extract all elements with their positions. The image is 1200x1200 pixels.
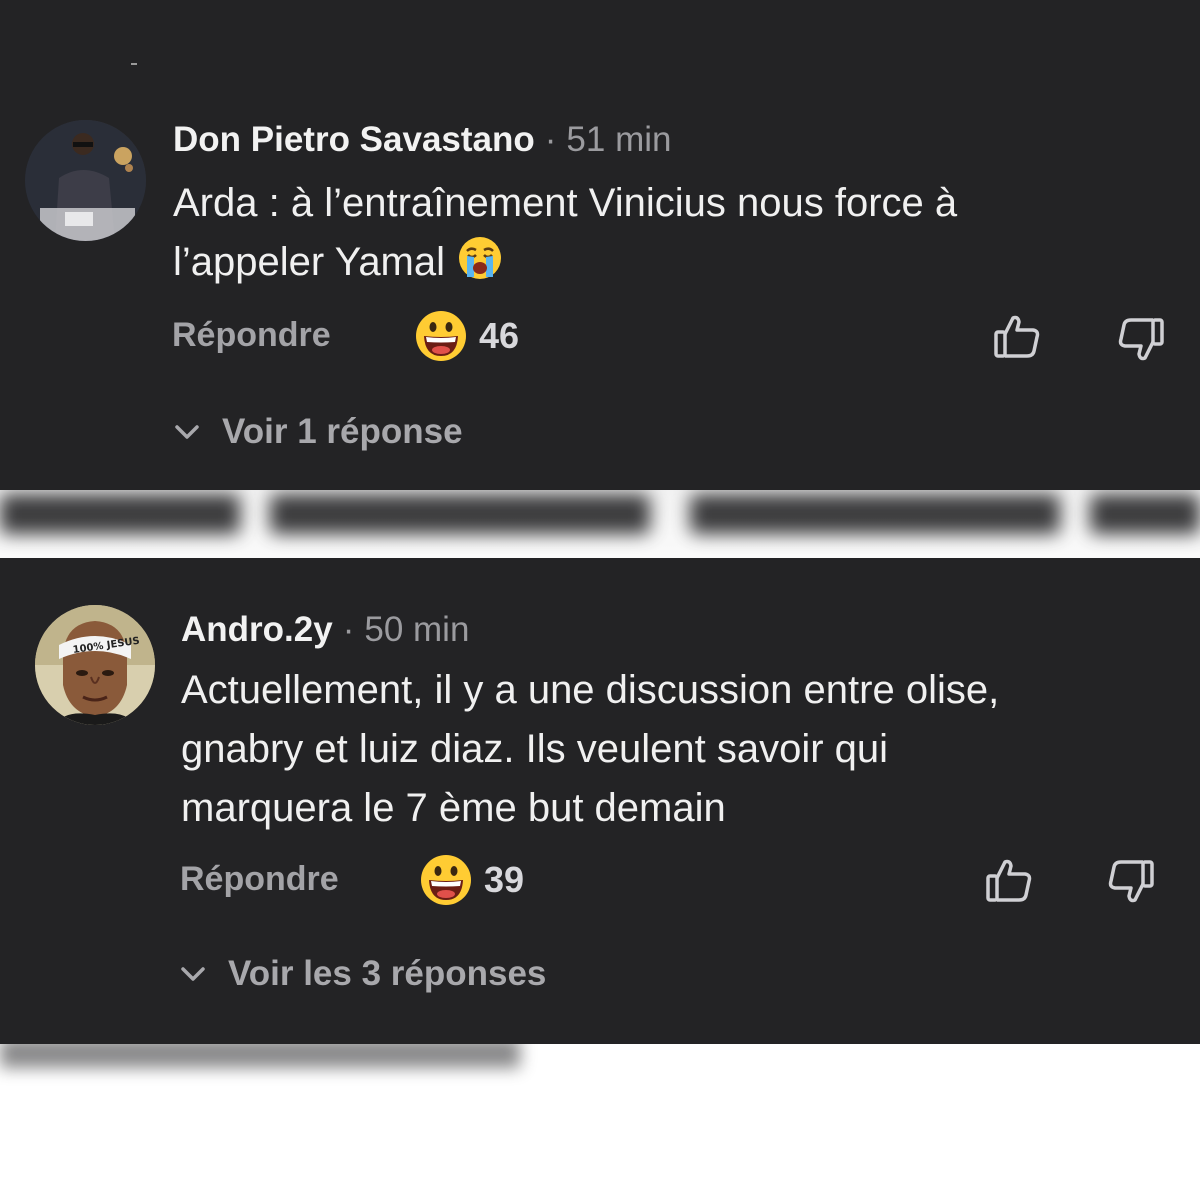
screenshot-collage: Don Pietro Savastano · 51 min Arda : à l’e…	[0, 0, 1200, 1200]
avatar[interactable]	[25, 120, 146, 241]
timestamp: 51 min	[566, 120, 672, 159]
comment-line: marquera le 7 ème but demain	[181, 786, 726, 830]
blurred-fragment	[690, 494, 1060, 534]
view-replies-button[interactable]: Voir 1 réponse	[172, 412, 463, 452]
blurred-footer	[0, 1044, 1200, 1200]
comment-line: Arda : à l’entraînement Vinicius nous fo…	[173, 181, 958, 225]
comment-line-with-emoji: l’appeler Yamal	[173, 233, 1153, 292]
comment-card-1: Don Pietro Savastano · 51 min Arda : à l’e…	[0, 0, 1200, 490]
scroll-indicator	[131, 63, 137, 65]
view-replies-button[interactable]: Voir les 3 réponses	[178, 954, 546, 994]
thumbs-up-icon[interactable]	[992, 310, 1044, 362]
grinning-face-icon	[416, 311, 466, 361]
comment-line: l’appeler Yamal	[173, 240, 446, 284]
separator-dot: ·	[544, 120, 557, 159]
reaction-count: 39	[484, 859, 525, 900]
chevron-down-icon	[181, 967, 205, 981]
reply-button[interactable]: Répondre	[172, 316, 331, 355]
thumbs-down-icon[interactable]	[1104, 856, 1156, 908]
author-name[interactable]: Andro.2y	[181, 610, 333, 649]
blurred-fragment	[1090, 494, 1200, 534]
blurred-fragment	[270, 494, 650, 534]
comment-line: Actuellement, il y a une discussion entr…	[181, 668, 1000, 712]
comment-header: Andro.2y · 50 min	[181, 610, 469, 650]
thumbs-down-icon[interactable]	[1114, 314, 1166, 366]
reaction-count: 46	[479, 315, 520, 356]
blurred-fragment	[0, 1044, 520, 1068]
avatar[interactable]: 100% JESUS	[35, 605, 155, 725]
comment-line: gnabry et luiz diaz. Ils veulent savoir …	[181, 727, 889, 771]
blurred-divider	[0, 490, 1200, 558]
view-replies-label: Voir 1 réponse	[222, 412, 463, 451]
reaction-button[interactable]: 46	[415, 310, 519, 362]
comment-card-2: 100% JESUS Andro.2y · 50 min Actuellement,…	[0, 558, 1200, 1044]
author-name[interactable]: Don Pietro Savastano	[173, 120, 535, 159]
loudly-crying-face-icon	[457, 235, 503, 281]
thumbs-up-icon[interactable]	[984, 854, 1036, 906]
reply-button[interactable]: Répondre	[180, 860, 339, 899]
comment-header: Don Pietro Savastano · 51 min	[173, 120, 671, 160]
blurred-fragment	[0, 494, 240, 534]
timestamp: 50 min	[364, 610, 470, 649]
view-replies-label: Voir les 3 réponses	[228, 954, 547, 993]
chevron-down-icon	[175, 425, 199, 439]
separator-dot: ·	[342, 610, 355, 649]
reaction-button[interactable]: 39	[420, 854, 524, 906]
comment-text: Arda : à l’entraînement Vinicius nous fo…	[173, 174, 1153, 292]
grinning-face-icon	[421, 855, 471, 905]
comment-text: Actuellement, il y a une discussion entr…	[181, 661, 1161, 838]
